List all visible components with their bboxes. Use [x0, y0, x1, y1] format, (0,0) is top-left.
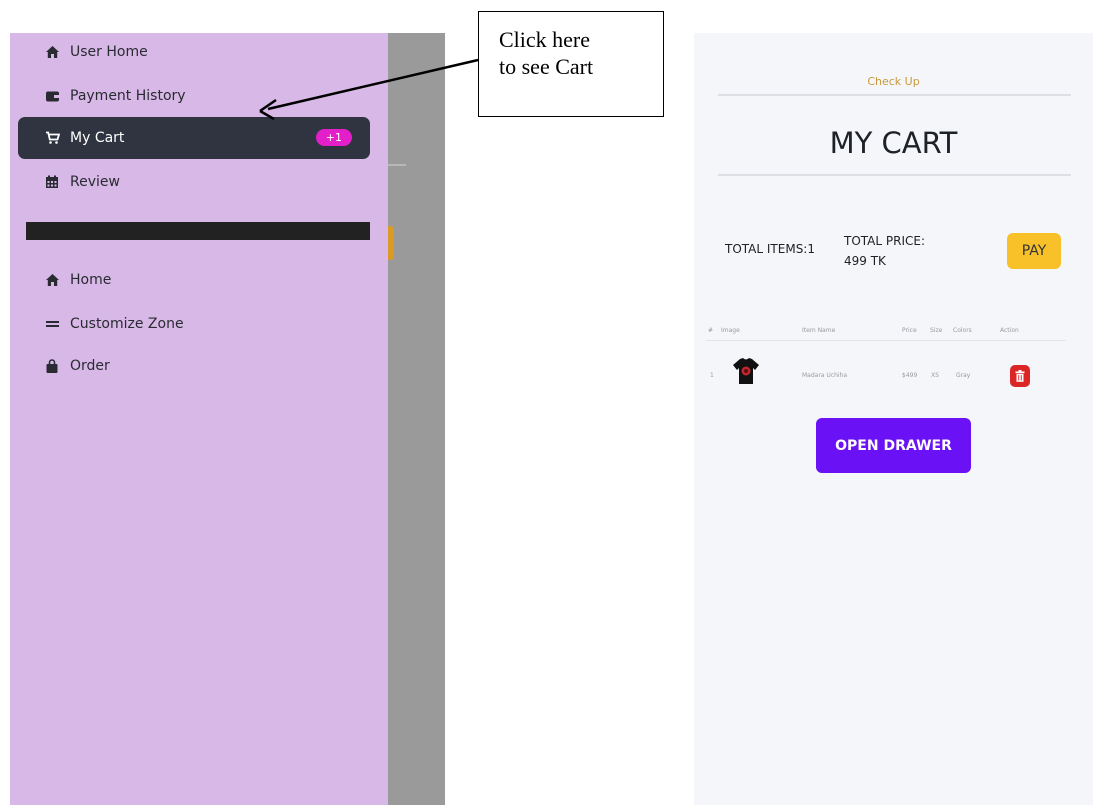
- checkup-subtitle: Check Up: [867, 75, 920, 88]
- row-size: XS: [931, 372, 939, 379]
- page-overlay[interactable]: [388, 33, 445, 805]
- tshirt-thumbnail: [733, 358, 759, 384]
- total-price-label: TOTAL PRICE:: [844, 234, 925, 248]
- total-items: TOTAL ITEMS:1: [725, 242, 815, 256]
- page-title: MY CART: [829, 126, 958, 160]
- row-price: $499: [902, 372, 918, 379]
- bars-icon: [44, 316, 60, 332]
- pay-button[interactable]: PAY: [1007, 233, 1061, 269]
- callout-line-1: Click here: [499, 27, 591, 52]
- sidebar-item-user-home[interactable]: User Home: [18, 31, 370, 73]
- total-price: TOTAL PRICE: 499 TK: [844, 231, 925, 271]
- sidebar-divider: [26, 222, 370, 240]
- overlay-divider: [388, 164, 406, 166]
- overlay-button-edge: [388, 226, 394, 260]
- sidebar-item-home[interactable]: Home: [18, 259, 370, 301]
- total-price-value: 499 TK: [844, 254, 886, 268]
- sidebar-item-my-cart[interactable]: My Cart +1: [18, 117, 370, 159]
- sidebar-item-label: Payment History: [70, 88, 186, 104]
- table-header-price: Price: [902, 327, 917, 334]
- delete-item-button[interactable]: [1010, 365, 1030, 387]
- home-icon: [44, 272, 60, 288]
- cart-page: Check Up MY CART TOTAL ITEMS:1 TOTAL PRI…: [694, 33, 1093, 805]
- app-screenshot: User Home Payment History My Cart +1 Rev…: [0, 0, 1105, 805]
- callout-line-2: to see Cart: [499, 54, 594, 79]
- sidebar-item-payment-history[interactable]: Payment History: [18, 75, 370, 117]
- table-header-image: Image: [721, 327, 740, 334]
- sidebar-item-label: My Cart: [70, 130, 125, 146]
- title-divider-bottom: [718, 174, 1071, 176]
- table-header-index: #: [708, 327, 714, 334]
- table-header-size: Size: [930, 327, 943, 334]
- sidebar-item-review[interactable]: Review: [18, 161, 370, 203]
- cart-icon: [44, 130, 60, 146]
- sidebar-item-label: Review: [70, 174, 120, 190]
- table-header-colors: Colors: [953, 327, 972, 334]
- table-header-divider: [706, 340, 1066, 341]
- trash-icon: [1015, 370, 1025, 382]
- sidebar-item-label: Home: [70, 272, 112, 288]
- sidebar-item-label: User Home: [70, 44, 148, 60]
- calendar-icon: [44, 174, 60, 190]
- sidebar-item-label: Order: [70, 358, 110, 374]
- bag-icon: [44, 358, 60, 374]
- row-index: 1: [710, 372, 714, 379]
- sidebar-item-label: Customize Zone: [70, 316, 184, 332]
- table-header-action: Action: [1000, 327, 1019, 334]
- open-drawer-button[interactable]: OPEN DRAWER: [816, 418, 971, 473]
- row-color: Gray: [956, 372, 971, 379]
- cart-count-badge: +1: [315, 129, 352, 146]
- sidebar-item-order[interactable]: Order: [18, 345, 370, 387]
- sidebar-item-customize-zone[interactable]: Customize Zone: [18, 303, 370, 345]
- annotation-callout: Click here to see Cart: [478, 11, 664, 117]
- row-item-name: Madara Uchiha: [802, 372, 848, 379]
- home-icon: [44, 44, 60, 60]
- table-header-item-name: Item Name: [802, 327, 836, 334]
- title-divider-top: [718, 94, 1071, 96]
- wallet-icon: [44, 88, 60, 104]
